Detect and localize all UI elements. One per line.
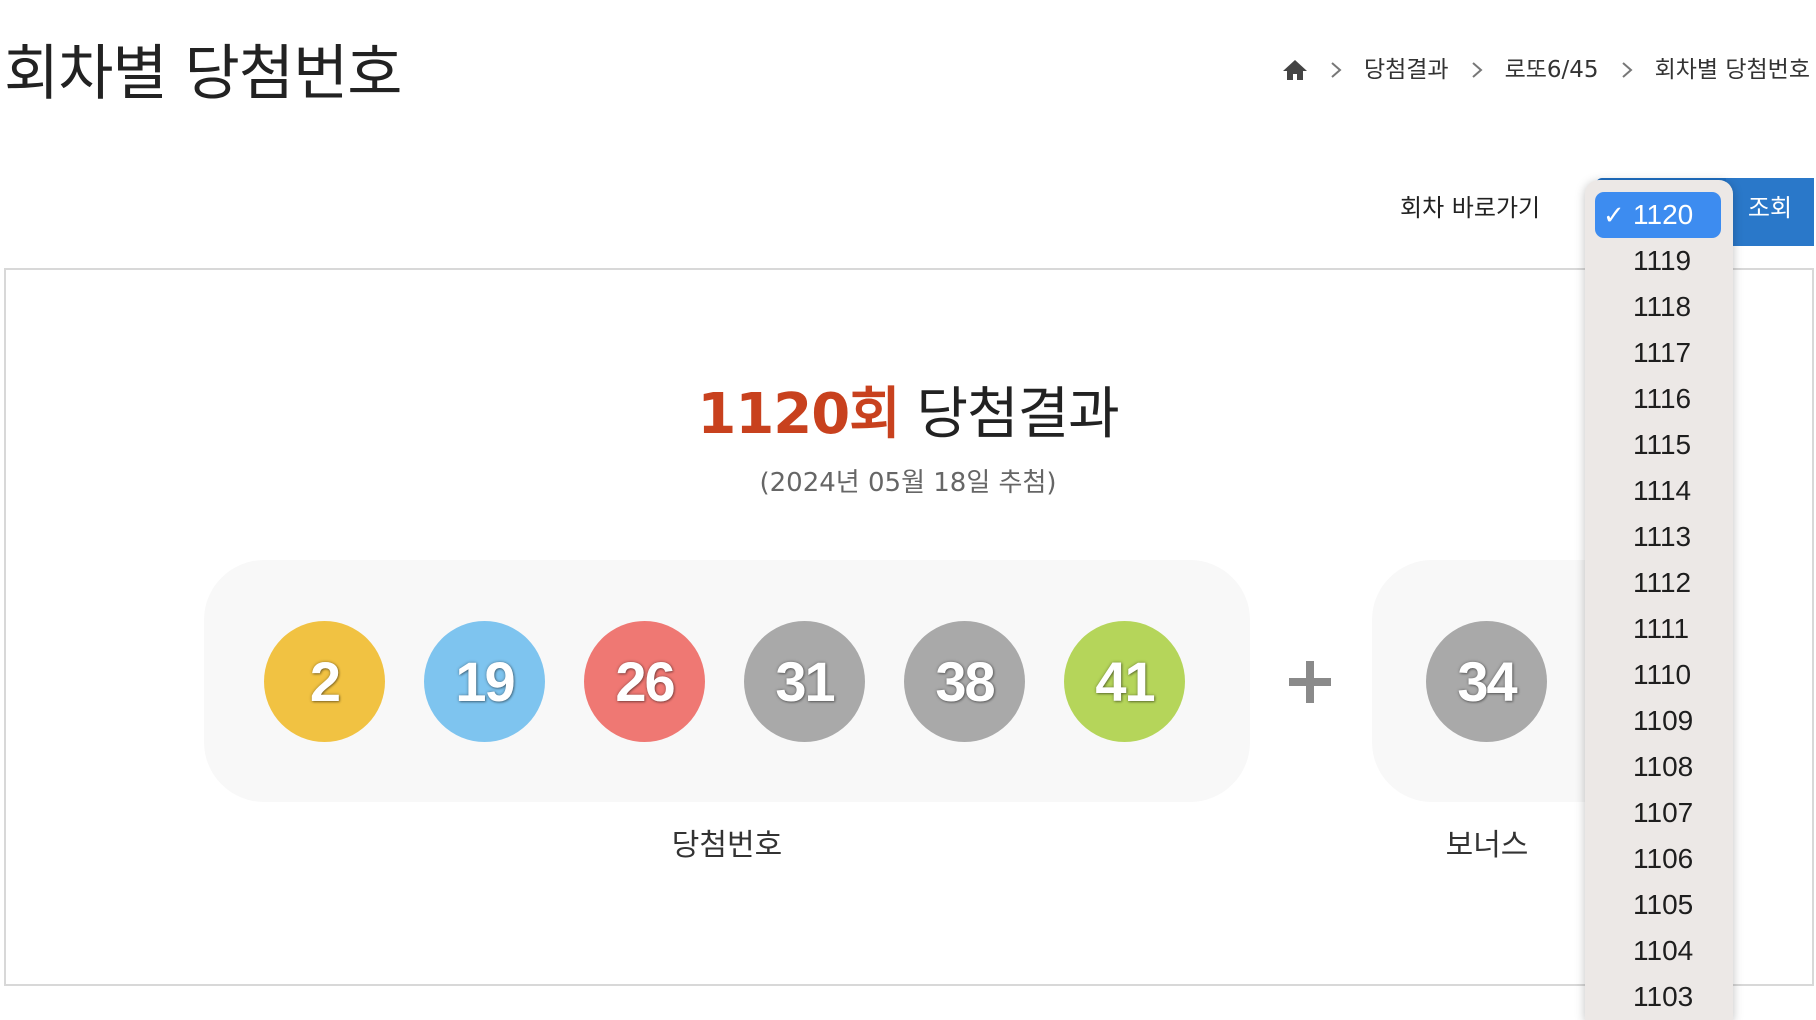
dropdown-option[interactable]: 1108 — [1595, 744, 1721, 790]
checkmark-icon: ✓ — [1603, 200, 1625, 230]
winning-ball-4: 31 — [744, 621, 865, 742]
chevron-right-icon — [1331, 62, 1342, 78]
draw-date: (2024년 05월 18일 추첨) — [759, 468, 1057, 498]
dropdown-option[interactable]: 1106 — [1595, 836, 1721, 882]
round-number: 1120회 — [697, 382, 900, 447]
dropdown-option[interactable]: 1105 — [1595, 882, 1721, 928]
winning-ball-5: 38 — [904, 621, 1025, 742]
home-icon[interactable] — [1282, 58, 1308, 82]
result-heading-suffix: 당첨결과 — [899, 382, 1120, 447]
dropdown-option[interactable]: 1111 — [1595, 606, 1721, 652]
draw-dropdown-list[interactable]: ✓ 1120 1119 1118 1117 1116 1115 1114 1113… — [1585, 180, 1733, 1020]
bonus-ball: 34 — [1426, 621, 1547, 742]
breadcrumb-item-lotto645[interactable]: 로또6/45 — [1505, 56, 1599, 84]
plus-icon — [1289, 661, 1331, 703]
dropdown-option[interactable]: 1117 — [1595, 330, 1721, 376]
winning-ball-6: 41 — [1064, 621, 1185, 742]
dropdown-option[interactable]: 1109 — [1595, 698, 1721, 744]
breadcrumb-item-results[interactable]: 당첨결과 — [1364, 56, 1449, 84]
dropdown-option[interactable]: 1116 — [1595, 376, 1721, 422]
bonus-label: 보너스 — [1445, 828, 1529, 863]
result-heading: 1120회 당첨결과 — [0, 380, 1816, 450]
search-button[interactable]: 조회 — [1726, 178, 1814, 246]
winning-ball-3: 26 — [584, 621, 705, 742]
winning-ball-1: 2 — [264, 621, 385, 742]
breadcrumb-item-current: 회차별 당첨번호 — [1654, 57, 1810, 83]
dropdown-option[interactable]: 1112 — [1595, 560, 1721, 606]
dropdown-option[interactable]: 1110 — [1595, 652, 1721, 698]
chevron-right-icon — [1621, 62, 1633, 78]
dropdown-option[interactable]: 1114 — [1595, 468, 1721, 514]
draw-picker-label: 회차 바로가기 — [1400, 194, 1541, 222]
winning-ball-2: 19 — [424, 621, 545, 742]
dropdown-option[interactable]: 1103 — [1595, 974, 1721, 1020]
dropdown-option[interactable]: 1113 — [1595, 514, 1721, 560]
dropdown-option[interactable]: 1118 — [1595, 284, 1721, 330]
chevron-right-icon — [1471, 62, 1483, 78]
dropdown-option[interactable]: 1104 — [1595, 928, 1721, 974]
dropdown-option-label: 1120 — [1633, 199, 1694, 230]
page-title: 회차별 당첨번호 — [4, 39, 402, 109]
dropdown-option[interactable]: 1119 — [1595, 238, 1721, 284]
breadcrumb: 당첨결과 로또6/45 회차별 당첨번호 — [1282, 56, 1810, 84]
dropdown-option-selected[interactable]: ✓ 1120 — [1595, 192, 1721, 238]
dropdown-option[interactable]: 1115 — [1595, 422, 1721, 468]
winning-numbers-label: 당첨번호 — [671, 828, 783, 863]
dropdown-option[interactable]: 1107 — [1595, 790, 1721, 836]
